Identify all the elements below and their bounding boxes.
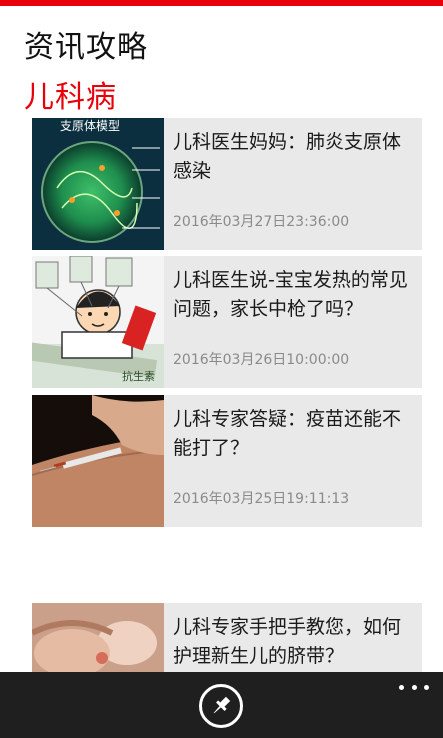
article-date: 2016年03月26日10:00:00 xyxy=(173,352,350,368)
more-icon xyxy=(399,684,404,690)
article-thumbnail xyxy=(32,395,164,527)
article-item[interactable]: 抗生素 儿科医生说-宝宝发热的常见问题，家长中枪了吗？ 2016年03月26日1… xyxy=(32,256,422,388)
app-bar xyxy=(0,672,443,738)
section-title: 儿科病 xyxy=(24,80,117,115)
article-date: 2016年03月25日19:11:13 xyxy=(173,491,350,507)
article-item[interactable]: 支原体模型 儿科医生妈妈：肺炎支原体感染 2016年03月27日23:36:00 xyxy=(32,118,422,250)
pin-icon xyxy=(213,696,231,714)
article-item[interactable]: 儿科专家答疑：疫苗还能不能打了？ 2016年03月25日19:11:13 xyxy=(32,395,422,527)
article-date: 2016年03月27日23:36:00 xyxy=(173,214,350,230)
thumbnail-caption: 抗生素 xyxy=(122,369,155,383)
article-title: 儿科专家答疑：疫苗还能不能打了？ xyxy=(173,408,402,459)
thumbnail-caption: 支原体模型 xyxy=(60,119,120,133)
more-options-button[interactable] xyxy=(399,682,429,692)
pin-button[interactable] xyxy=(199,684,243,728)
article-thumbnail: 抗生素 xyxy=(32,256,164,388)
article-title: 儿科专家手把手教您，如何护理新生儿的脐带？ xyxy=(173,616,402,667)
page-title: 资讯攻略 xyxy=(24,30,148,65)
top-accent-bar xyxy=(0,0,443,6)
article-title: 儿科医生妈妈：肺炎支原体感染 xyxy=(173,131,402,182)
article-thumbnail: 支原体模型 xyxy=(32,118,164,250)
article-title: 儿科医生说-宝宝发热的常见问题，家长中枪了吗？ xyxy=(173,269,408,320)
